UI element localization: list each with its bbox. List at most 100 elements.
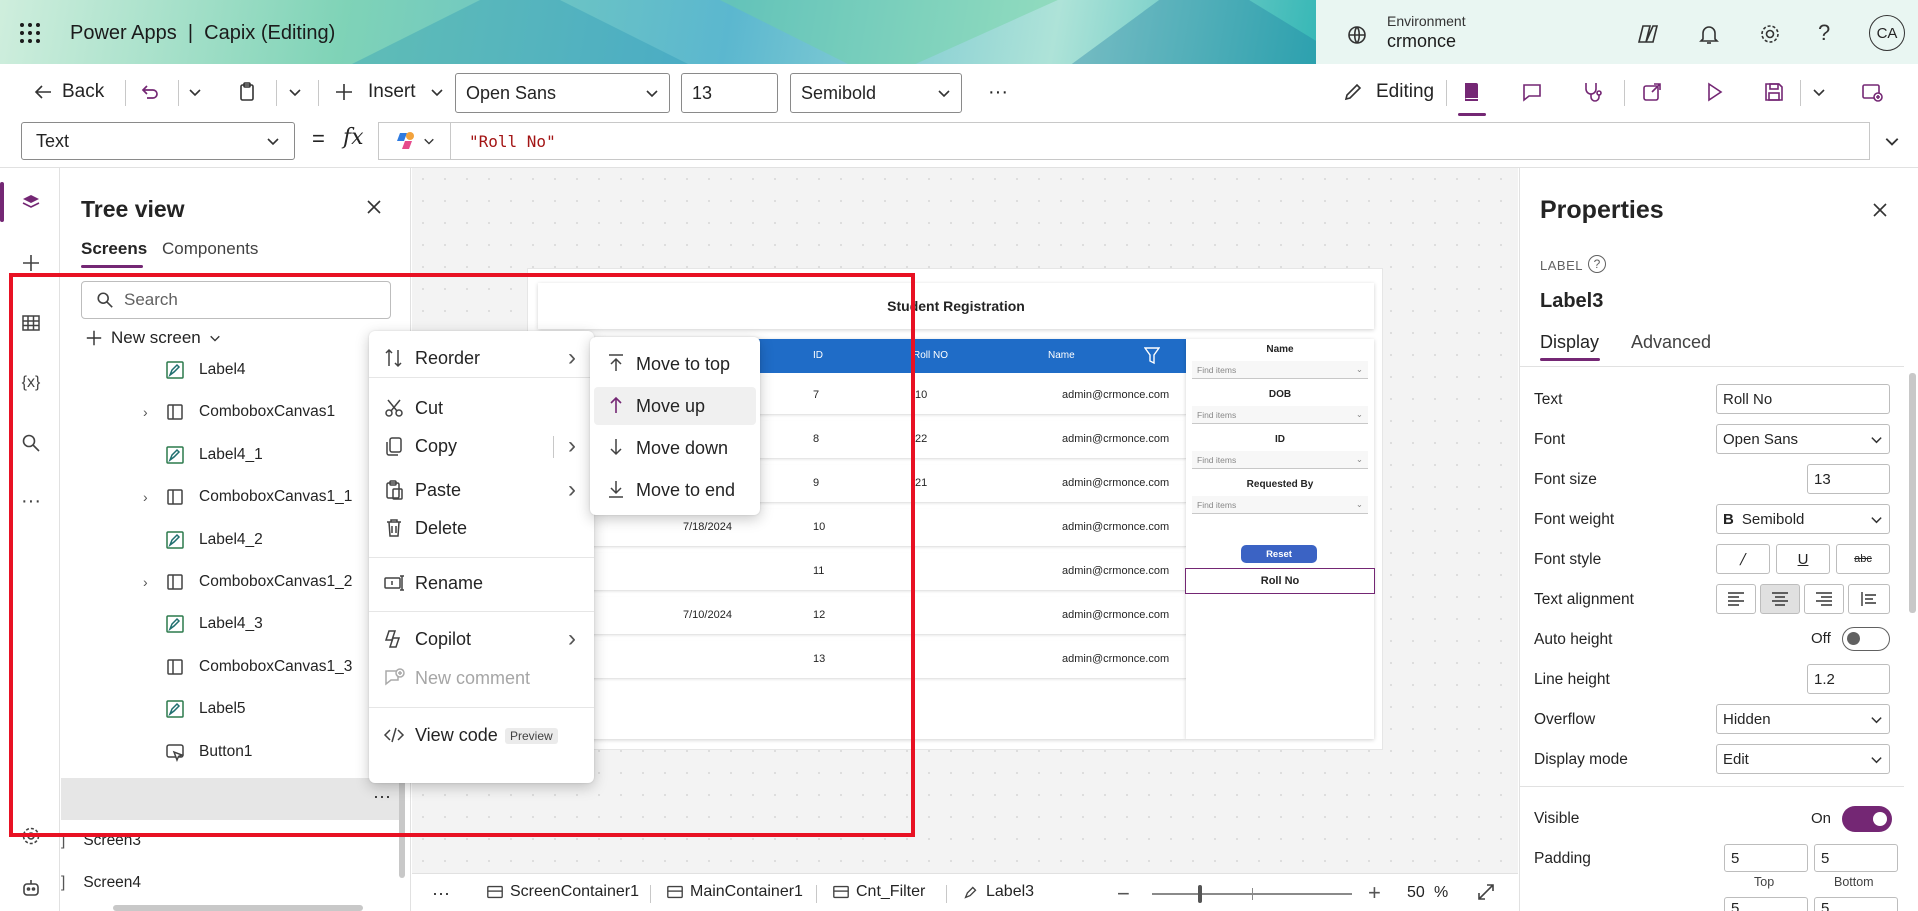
app-checker-button[interactable]	[1460, 76, 1484, 108]
paste-button[interactable]	[236, 76, 258, 108]
selected-label3[interactable]: Roll No	[1185, 568, 1375, 594]
tree-item-comboboxcanvas1-3[interactable]: ComboboxCanvas1_3	[61, 646, 401, 688]
property-dropdown[interactable]: Text	[21, 122, 295, 160]
padding-left-field[interactable]: 5	[1724, 897, 1808, 911]
app-launcher-icon[interactable]	[18, 21, 42, 45]
filter-combobox[interactable]: Find items ⌄	[1192, 451, 1368, 469]
close-tree-button[interactable]	[365, 198, 383, 216]
fit-to-window-button[interactable]	[1476, 882, 1496, 902]
tab-advanced[interactable]: Advanced	[1631, 332, 1711, 353]
tree-item-label4-2[interactable]: Label4_2	[61, 519, 401, 561]
more-commands-button[interactable]: ···	[988, 76, 1008, 108]
label3-more-button[interactable]: ···	[373, 786, 391, 807]
breadcrumb-more-button[interactable]: ···	[432, 883, 450, 904]
back-button[interactable]: Back	[32, 76, 104, 108]
padding-right-field[interactable]: 5	[1814, 897, 1898, 911]
health-check-button[interactable]	[1580, 76, 1604, 108]
comments-button[interactable]	[1520, 76, 1544, 108]
visible-toggle[interactable]	[1842, 806, 1892, 832]
formula-input[interactable]: "Roll No"	[450, 122, 1870, 160]
data-rail-button[interactable]	[18, 310, 44, 336]
menu-item-delete[interactable]: Delete	[369, 509, 594, 547]
variables-rail-button[interactable]: {x}	[18, 370, 44, 396]
zoom-slider[interactable]	[1152, 885, 1352, 903]
breadcrumb-item[interactable]: Label3	[962, 883, 1034, 901]
search-rail-button[interactable]	[18, 430, 44, 456]
menu-item-cut[interactable]: Cut	[369, 389, 594, 427]
preview-button[interactable]	[1702, 76, 1726, 108]
paste-dropdown-button[interactable]	[288, 76, 302, 108]
more-rail-button[interactable]: ···	[18, 488, 44, 514]
tree-item-comboboxcanvas1-2[interactable]: › ComboboxCanvas1_2	[61, 561, 401, 603]
menu-item-copy[interactable]: Copy ›	[369, 427, 594, 465]
copilot-icon[interactable]	[1636, 22, 1660, 46]
submenu-item-move-to-end[interactable]: Move to end	[594, 471, 756, 509]
table-row[interactable]: 13 admin@crmonce.com	[538, 641, 1186, 679]
padding-top-field[interactable]: 5	[1724, 844, 1808, 872]
tree-search-input[interactable]: Search	[81, 281, 391, 319]
table-row[interactable]: 11 admin@crmonce.com	[538, 553, 1186, 591]
formula-copilot-button[interactable]	[378, 122, 450, 160]
tab-screens[interactable]: Screens	[81, 239, 147, 259]
filter-combobox[interactable]: Find items ⌄	[1192, 406, 1368, 424]
info-icon[interactable]: ?	[1588, 255, 1606, 273]
screen-item-screen3[interactable]: ] Screen3	[61, 822, 361, 860]
control-name[interactable]: Label3	[1540, 290, 1603, 313]
virtual-agent-rail-button[interactable]	[18, 875, 44, 901]
reset-button[interactable]: Reset	[1241, 545, 1317, 563]
filter-icon[interactable]	[1144, 347, 1160, 365]
filter-combobox[interactable]: Find items ⌄	[1192, 496, 1368, 514]
settings-rail-button[interactable]	[18, 823, 44, 849]
chevron-right-icon[interactable]: ›	[143, 574, 148, 590]
font-family-dropdown[interactable]: Open Sans	[455, 73, 670, 113]
line-height-field[interactable]: 1.2	[1807, 664, 1890, 694]
zoom-out-button[interactable]: −	[1117, 881, 1130, 907]
strikethrough-button[interactable]: abc	[1836, 544, 1890, 574]
display-mode-dropdown[interactable]: Edit	[1716, 744, 1890, 774]
notifications-icon[interactable]	[1697, 22, 1721, 46]
underline-button[interactable]: U	[1776, 544, 1830, 574]
expand-formula-button[interactable]	[1884, 133, 1900, 149]
help-icon[interactable]: ?	[1818, 20, 1830, 46]
align-left-button[interactable]	[1716, 584, 1756, 614]
screen-item-screen4[interactable]: ] Screen4	[61, 864, 361, 902]
align-justify-button[interactable]	[1848, 584, 1890, 614]
settings-icon[interactable]	[1758, 22, 1782, 46]
breadcrumb-item[interactable]: MainContainer1	[666, 883, 803, 901]
chevron-right-icon[interactable]: ›	[143, 489, 148, 505]
submenu-item-move-up[interactable]: Move up	[594, 387, 756, 425]
environment-name[interactable]: crmonce	[1387, 31, 1456, 52]
tree-item-label4[interactable]: Label4	[61, 349, 401, 391]
chevron-right-icon[interactable]: ›	[143, 404, 148, 420]
font-dropdown[interactable]: Open Sans	[1716, 424, 1890, 454]
auto-height-toggle[interactable]	[1842, 627, 1890, 651]
menu-item-reorder[interactable]: Reorder ›	[369, 339, 594, 377]
tree-horizontal-scrollbar[interactable]	[113, 905, 363, 911]
save-button[interactable]	[1762, 76, 1786, 108]
tab-display[interactable]: Display	[1540, 332, 1599, 353]
tree-item-comboboxcanvas1[interactable]: › ComboboxCanvas1	[61, 391, 401, 433]
tab-components[interactable]: Components	[162, 239, 258, 259]
tree-item-label5[interactable]: Label5	[61, 688, 401, 730]
environment-icon[interactable]	[1346, 24, 1368, 46]
zoom-in-button[interactable]: +	[1368, 880, 1381, 906]
text-input[interactable]: Roll No	[1716, 384, 1890, 414]
insert-rail-button[interactable]	[18, 250, 44, 276]
editing-mode-button[interactable]: Editing	[1342, 76, 1434, 108]
zoom-slider-thumb[interactable]	[1198, 885, 1202, 903]
tree-view-rail-button[interactable]	[18, 190, 44, 216]
avatar[interactable]: CA	[1869, 15, 1905, 51]
submenu-item-move-down[interactable]: Move down	[594, 429, 756, 467]
share-button[interactable]	[1640, 76, 1664, 108]
italic-button[interactable]: /	[1716, 544, 1770, 574]
menu-item-rename[interactable]: Rename	[369, 564, 594, 602]
submenu-item-move-to-top[interactable]: Move to top	[594, 345, 756, 383]
font-weight-dropdown[interactable]: B Semibold	[1716, 504, 1890, 534]
font-size-input[interactable]: 13	[681, 73, 778, 113]
padding-bottom-field[interactable]: 5	[1814, 844, 1898, 872]
align-center-button[interactable]	[1760, 584, 1800, 614]
close-properties-button[interactable]	[1871, 201, 1889, 219]
menu-item-view-code[interactable]: View code Preview	[369, 716, 594, 754]
tree-item-label4-3[interactable]: Label4_3	[61, 603, 401, 645]
publish-button[interactable]	[1860, 76, 1884, 108]
